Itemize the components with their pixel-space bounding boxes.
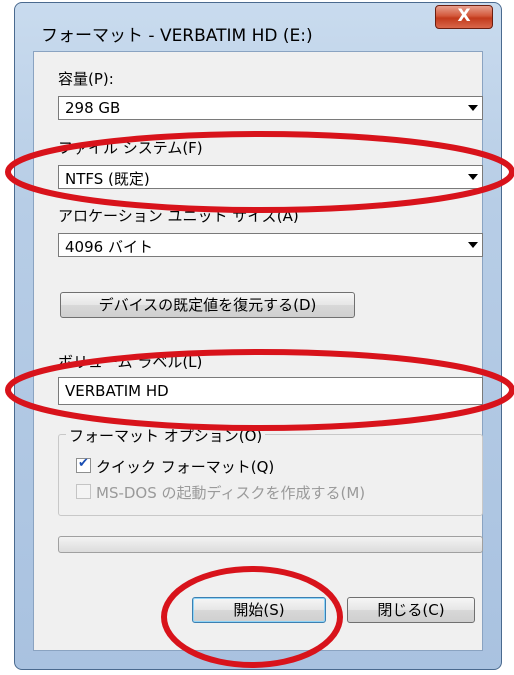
dialog-client-area: 容量(P): 298 GB ファイル システム(F) NTFS (既定) アロケ… [33,51,483,651]
format-dialog-window: フォーマット - VERBATIM HD (E:) X 容量(P): 298 G… [14,2,502,670]
allocation-select[interactable]: 4096 バイト [58,233,483,257]
filesystem-value: NTFS (既定) [65,170,150,188]
chevron-down-icon [468,174,478,180]
chevron-down-icon [468,242,478,248]
msdos-boot-label: MS-DOS の起動ディスクを作成する(M) [96,484,366,502]
start-button[interactable]: 開始(S) [192,597,326,623]
restore-defaults-button[interactable]: デバイスの既定値を復元する(D) [60,292,355,318]
window-title: フォーマット - VERBATIM HD (E:) [41,26,313,46]
capacity-value: 298 GB [65,99,121,117]
volume-label-label: ボリューム ラベル(L) [58,353,203,371]
quick-format-checkbox[interactable] [76,456,91,473]
filesystem-label: ファイル システム(F) [58,139,203,157]
quick-format-label[interactable]: クイック フォーマット(Q) [96,456,274,477]
format-options-title: フォーマット オプション(O) [66,425,266,446]
close-button[interactable]: 閉じる(C) [347,597,475,623]
title-bar[interactable]: フォーマット - VERBATIM HD (E:) X [15,3,501,51]
format-progress-bar [58,536,483,553]
allocation-label: アロケーション ユニット サイズ(A) [58,207,299,225]
msdos-boot-checkbox[interactable] [76,484,91,499]
volume-label-input[interactable] [65,382,465,400]
chevron-down-icon [468,105,478,111]
filesystem-select[interactable]: NTFS (既定) [58,165,483,189]
allocation-value: 4096 バイト [65,238,153,256]
volume-label-field[interactable] [58,377,483,405]
window-close-button[interactable]: X [435,5,493,29]
capacity-select[interactable]: 298 GB [58,96,483,120]
capacity-label: 容量(P): [58,70,114,88]
